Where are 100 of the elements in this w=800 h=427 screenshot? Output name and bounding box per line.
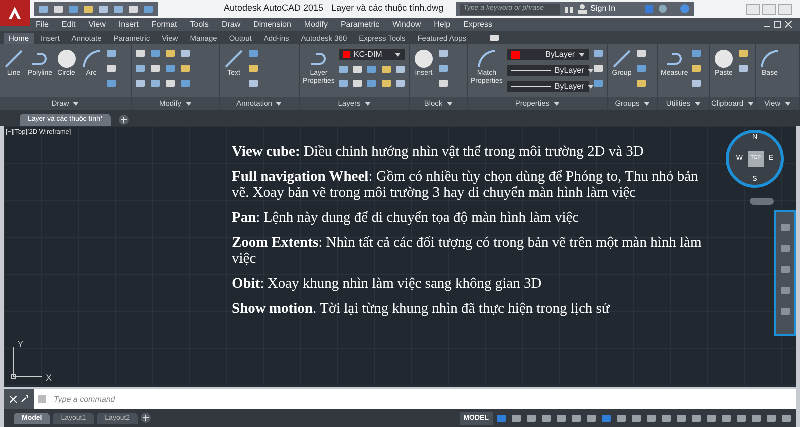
tool-icon[interactable] bbox=[781, 412, 792, 424]
tool-icon[interactable] bbox=[150, 63, 161, 74]
tool-icon[interactable] bbox=[413, 48, 435, 70]
tool-icon[interactable] bbox=[394, 78, 406, 89]
tool-icon[interactable] bbox=[135, 48, 146, 59]
tool-icon[interactable] bbox=[223, 48, 245, 70]
tool-icon[interactable] bbox=[721, 412, 732, 424]
tool-icon[interactable] bbox=[248, 48, 259, 59]
tool-icon[interactable] bbox=[636, 48, 647, 59]
tool-icon[interactable] bbox=[511, 412, 522, 424]
tool-icon[interactable] bbox=[380, 78, 392, 89]
tool-icon[interactable] bbox=[593, 63, 604, 74]
tool-icon[interactable] bbox=[780, 264, 790, 275]
tool-icon[interactable] bbox=[496, 412, 507, 424]
restore-icon[interactable] bbox=[774, 21, 781, 28]
tool-icon[interactable] bbox=[106, 63, 117, 74]
tool-icon[interactable] bbox=[352, 64, 364, 75]
tool-icon[interactable] bbox=[636, 78, 647, 89]
tool-icon[interactable] bbox=[180, 48, 191, 59]
tool-icon[interactable] bbox=[631, 412, 642, 424]
tool-icon[interactable] bbox=[636, 63, 647, 74]
menu-item[interactable]: Insert bbox=[118, 18, 139, 30]
tool-icon[interactable] bbox=[248, 78, 259, 89]
tool-icon[interactable] bbox=[691, 78, 702, 89]
tool-icon[interactable] bbox=[366, 78, 378, 89]
wcs-menu[interactable] bbox=[750, 198, 774, 205]
menu-item[interactable]: Express bbox=[464, 18, 492, 30]
menu-item[interactable]: Parametric bbox=[340, 18, 380, 30]
menu-item[interactable]: Edit bbox=[62, 18, 76, 30]
tool-icon[interactable] bbox=[706, 412, 717, 424]
tool-icon[interactable] bbox=[541, 412, 552, 424]
app-menu-button[interactable] bbox=[0, 0, 30, 26]
tool-icon[interactable] bbox=[128, 4, 139, 14]
tool-icon[interactable] bbox=[80, 48, 103, 70]
menu-item[interactable]: Tools bbox=[190, 18, 209, 30]
tool-icon[interactable] bbox=[438, 63, 449, 74]
tool-icon[interactable] bbox=[3, 48, 25, 70]
tool-icon[interactable] bbox=[780, 243, 790, 254]
tool-icon[interactable] bbox=[616, 412, 627, 424]
tool-icon[interactable] bbox=[736, 412, 747, 424]
tool-icon[interactable] bbox=[338, 64, 349, 75]
menu-item[interactable]: Format bbox=[152, 18, 178, 30]
menu-item[interactable]: Window bbox=[392, 18, 422, 30]
tool-icon[interactable] bbox=[113, 4, 124, 14]
menu-item[interactable]: Help bbox=[434, 18, 451, 30]
tool-icon[interactable] bbox=[691, 48, 702, 59]
tool-icon[interactable] bbox=[676, 412, 687, 424]
tool-icon[interactable] bbox=[646, 412, 657, 424]
tool-icon[interactable] bbox=[150, 48, 161, 59]
tool-icon[interactable] bbox=[593, 78, 604, 89]
tool-icon[interactable] bbox=[691, 63, 702, 74]
tool-icon[interactable] bbox=[150, 78, 161, 89]
tool-icon[interactable] bbox=[738, 48, 749, 59]
tool-icon[interactable] bbox=[438, 48, 449, 59]
tool-icon[interactable] bbox=[526, 412, 537, 424]
tool-icon[interactable] bbox=[338, 78, 349, 89]
tool-icon[interactable] bbox=[180, 78, 191, 89]
tool-icon[interactable] bbox=[106, 78, 117, 89]
menu-item[interactable]: Modify bbox=[304, 18, 328, 30]
tool-icon[interactable] bbox=[759, 48, 781, 70]
tool-icon[interactable] bbox=[352, 78, 364, 89]
tool-icon[interactable] bbox=[394, 64, 406, 75]
sign-in-link[interactable]: Sign In bbox=[590, 3, 616, 15]
tool-icon[interactable] bbox=[780, 306, 790, 317]
tool-icon[interactable] bbox=[780, 285, 790, 296]
menu-item[interactable]: View bbox=[88, 18, 106, 30]
new-tab-icon[interactable] bbox=[119, 115, 130, 125]
tool-icon[interactable] bbox=[586, 412, 597, 424]
tool-icon[interactable] bbox=[56, 48, 78, 70]
tool-icon[interactable] bbox=[135, 78, 146, 89]
tool-icon[interactable] bbox=[38, 4, 49, 14]
tool-icon[interactable] bbox=[180, 63, 191, 74]
tool-icon[interactable] bbox=[98, 4, 109, 14]
tool-icon[interactable] bbox=[611, 48, 633, 70]
tool-icon[interactable] bbox=[165, 48, 176, 59]
tool-icon[interactable] bbox=[780, 222, 790, 233]
property-dropdown[interactable]: KC-DIM bbox=[338, 48, 406, 61]
tool-icon[interactable] bbox=[751, 412, 762, 424]
tool-icon[interactable] bbox=[83, 4, 94, 14]
tool-icon[interactable] bbox=[476, 48, 498, 70]
tool-icon[interactable] bbox=[556, 412, 567, 424]
tool-icon[interactable] bbox=[106, 48, 117, 59]
tool-icon[interactable] bbox=[661, 412, 672, 424]
property-dropdown[interactable]: ByLayer bbox=[506, 48, 590, 61]
tool-icon[interactable] bbox=[571, 412, 582, 424]
tool-icon[interactable] bbox=[601, 412, 612, 424]
command-input[interactable]: Type a command bbox=[50, 389, 796, 409]
tool-icon[interactable] bbox=[248, 63, 259, 74]
menu-item[interactable]: File bbox=[36, 18, 49, 30]
tool-icon[interactable] bbox=[135, 63, 146, 74]
tool-icon[interactable] bbox=[53, 4, 64, 14]
tool-icon[interactable] bbox=[713, 48, 735, 70]
tool-icon[interactable] bbox=[691, 412, 702, 424]
binoculars-icon[interactable] bbox=[564, 4, 574, 14]
new-layout-icon[interactable] bbox=[141, 413, 152, 423]
menu-item[interactable]: Draw bbox=[222, 18, 241, 30]
tool-icon[interactable] bbox=[165, 78, 176, 89]
tool-icon[interactable] bbox=[366, 64, 378, 75]
tool-icon[interactable] bbox=[438, 78, 449, 89]
tool-icon[interactable] bbox=[165, 63, 176, 74]
